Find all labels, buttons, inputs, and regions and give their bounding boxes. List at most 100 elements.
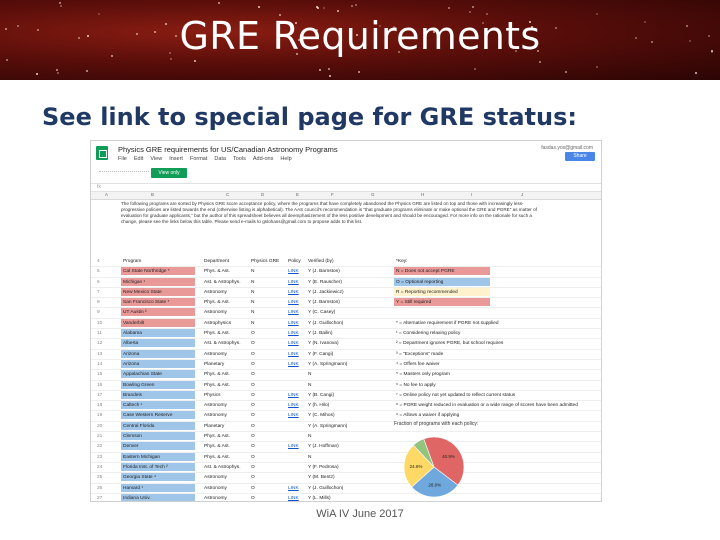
cell-policy-link[interactable]: LINK xyxy=(288,330,299,337)
column-letter[interactable]: I xyxy=(471,192,472,197)
cell-program[interactable]: Alberta xyxy=(121,339,195,348)
header-key[interactable]: *Key: xyxy=(394,257,490,265)
table-row[interactable]: 22 Denver Phys. & Ast. O LINK Y (J. Hoffman) xyxy=(91,442,601,453)
menu-item[interactable]: Add-ons xyxy=(253,156,274,162)
table-row[interactable]: 16 Bowling Green Phys. & Ast. O N ⁶ = No fee … xyxy=(91,380,601,391)
table-row[interactable]: 7 New Mexico State Astronomy N LINK Y (J. Jac… xyxy=(91,287,601,299)
table-row[interactable]: 11 Alabama Phys. & Ast. O LINK Y (J. Bailin) ¹… xyxy=(91,329,601,340)
cell-program[interactable]: Central Florida xyxy=(121,421,195,430)
cell-program[interactable]: Harvard ¹ xyxy=(121,483,195,492)
cell-program[interactable]: Alabama xyxy=(121,329,195,338)
cell-policy-link[interactable]: LINK xyxy=(288,443,299,450)
table-row[interactable]: 9 UT Austin ² Astronomy N LINK Y (C. Casey) xyxy=(91,308,601,319)
column-letter[interactable]: C xyxy=(226,192,229,197)
cell-program[interactable]: UT Austin ² xyxy=(121,308,195,317)
table-row[interactable]: 6 Michigan ¹ Ast. & Astrophys. N LINK Y (E. R… xyxy=(91,277,601,288)
column-letter[interactable]: B xyxy=(151,192,154,197)
cell-program[interactable]: Clemson xyxy=(121,432,195,441)
table-row[interactable]: 21 Clemson Phys. & Ast. O N xyxy=(91,432,601,443)
cell-program[interactable]: Appalachian State xyxy=(121,370,195,379)
cell-policy-link[interactable]: LINK xyxy=(288,495,299,501)
cell-program[interactable]: Eastern Michigan xyxy=(121,452,195,461)
table-row[interactable]: 10 Vanderbilt Astrophysics N LINK Y (J. Guill… xyxy=(91,318,601,330)
cell-program[interactable]: Brandeis xyxy=(121,390,195,399)
table-row[interactable]: 19 Case Western Reserve Astronomy O LINK Y (C… xyxy=(91,411,601,422)
table-row[interactable]: 26 Harvard ¹ Astronomy O LINK Y (J. Guillocho… xyxy=(91,483,601,494)
cell-program[interactable]: Denver xyxy=(121,442,195,451)
formula-bar[interactable]: fx xyxy=(91,183,601,192)
menu-item[interactable]: Edit xyxy=(134,156,143,162)
header-physics-gre[interactable]: Physics GRE xyxy=(251,258,279,265)
cell-department: Phys. & Ast. xyxy=(204,434,230,440)
cell-physics-gre: O xyxy=(251,403,255,409)
cell-program[interactable]: New Mexico State xyxy=(121,287,195,296)
table-row[interactable]: 14 Arizona Planetary O LINK Y (A. Springmann)… xyxy=(91,359,601,371)
cell-policy-link[interactable]: LINK xyxy=(288,299,299,306)
header-verified[interactable]: Verified (by) xyxy=(308,258,334,265)
table-row[interactable]: 15 Appalachian State Phys. & Ast. O N ⁵ = Mas… xyxy=(91,370,601,381)
star-speck xyxy=(448,6,451,9)
share-button[interactable]: Share xyxy=(565,152,595,161)
table-row[interactable]: 18 Caltech ¹ Astronomy O LINK Y (h. Hilo) ⁸ = … xyxy=(91,401,601,412)
column-letter[interactable]: D xyxy=(261,192,264,197)
cell-program[interactable]: Michigan ¹ xyxy=(121,277,195,286)
menu-item[interactable]: Insert xyxy=(169,156,183,162)
cell-program[interactable]: Florida Inst. of Tech ² xyxy=(121,462,195,471)
column-letter[interactable]: A xyxy=(105,192,108,197)
cell-policy-link[interactable]: LINK xyxy=(288,279,299,286)
table-row[interactable]: 27 Indiana Univ. Astronomy O LINK Y (L. Mills… xyxy=(91,493,601,501)
cell-policy-link[interactable]: LINK xyxy=(288,268,299,275)
table-row[interactable]: 17 Brandeis Physics O LINK Y (B. Cangi) ⁷ = On… xyxy=(91,390,601,402)
cell-policy-link[interactable]: LINK xyxy=(288,320,299,327)
column-letter[interactable]: F xyxy=(331,192,334,197)
column-letter[interactable]: G xyxy=(371,192,375,197)
column-letter[interactable]: J xyxy=(521,192,523,197)
cell-program[interactable]: Vanderbilt xyxy=(121,318,195,327)
menu-item[interactable]: Tools xyxy=(233,156,246,162)
cell-policy-link[interactable]: LINK xyxy=(288,309,299,316)
row-number: 23 xyxy=(97,454,103,460)
column-letter[interactable]: E xyxy=(296,192,299,197)
menu-item[interactable]: File xyxy=(118,156,127,162)
menu-item[interactable]: View xyxy=(150,156,162,162)
table-row[interactable]: 8 San Francisco State * Phys. & Ast. N LINK Y… xyxy=(91,298,601,309)
cell-program[interactable]: San Francisco State * xyxy=(121,298,195,307)
cell-policy-link[interactable]: LINK xyxy=(288,412,299,419)
cell-policy-link[interactable]: LINK xyxy=(288,361,299,368)
cell-policy-link[interactable]: LINK xyxy=(288,289,299,296)
cell-program[interactable]: Caltech ¹ xyxy=(121,401,195,410)
header-department[interactable]: Department xyxy=(204,258,229,265)
cell-policy-link[interactable]: LINK xyxy=(288,340,299,347)
row-number: 4 xyxy=(97,259,100,264)
cell-program[interactable]: Arizona xyxy=(121,359,195,368)
header-program[interactable]: Program xyxy=(121,257,195,265)
menu-item[interactable]: Data xyxy=(214,156,226,162)
cell-policy-link[interactable]: LINK xyxy=(288,485,299,492)
cell-program[interactable]: Indiana Univ. xyxy=(121,493,195,501)
table-row[interactable]: 12 Alberta Ast. & Astrophys. O LINK Y (N. Iva… xyxy=(91,339,601,350)
cell-program[interactable]: Arizona xyxy=(121,349,195,358)
row-number: 22 xyxy=(97,444,103,450)
doc-title[interactable]: Physics GRE requirements for US/Canadian… xyxy=(118,145,338,154)
table-row[interactable]: 20 Central Florida Planetary O Y (A. Springm… xyxy=(91,421,601,433)
cell-policy-link[interactable]: LINK xyxy=(288,351,299,358)
sheets-icon[interactable] xyxy=(96,146,108,160)
header-policy[interactable]: Policy xyxy=(288,258,301,265)
cell-program[interactable]: Georgia State ⁴ xyxy=(121,473,195,482)
menu-item[interactable]: Format xyxy=(190,156,207,162)
table-row[interactable]: 25 Georgia State ⁴ Astronomy O Y (M. Bentz) xyxy=(91,473,601,484)
column-letter[interactable]: H xyxy=(421,192,424,197)
cell-program[interactable]: Bowling Green xyxy=(121,380,195,389)
table-row[interactable]: 24 Florida Inst. of Tech ² Ast. & Astrophy… xyxy=(91,462,601,474)
cell-policy-link[interactable]: LINK xyxy=(288,392,299,399)
table-row[interactable]: 23 Eastern Michigan Phys. & Ast. O N xyxy=(91,452,601,463)
table-row[interactable]: 13 Arizona Astronomy O LINK Y (F. Cangi) ³ = "… xyxy=(91,349,601,360)
cell-program[interactable]: Cal State Northridge * xyxy=(121,267,195,276)
cell-program[interactable]: Case Western Reserve xyxy=(121,411,195,420)
cell-verified: Y (J. Barnston) xyxy=(308,269,340,275)
cell-policy-link[interactable]: LINK xyxy=(288,402,299,409)
table-row[interactable]: 5 Cal State Northridge * Phys. & Ast. N LINK… xyxy=(91,267,601,278)
menu-item[interactable]: Help xyxy=(280,156,291,162)
view-only-button[interactable]: View only xyxy=(151,168,187,178)
cell-key: ⁴ = Offers fee waiver xyxy=(396,361,440,367)
